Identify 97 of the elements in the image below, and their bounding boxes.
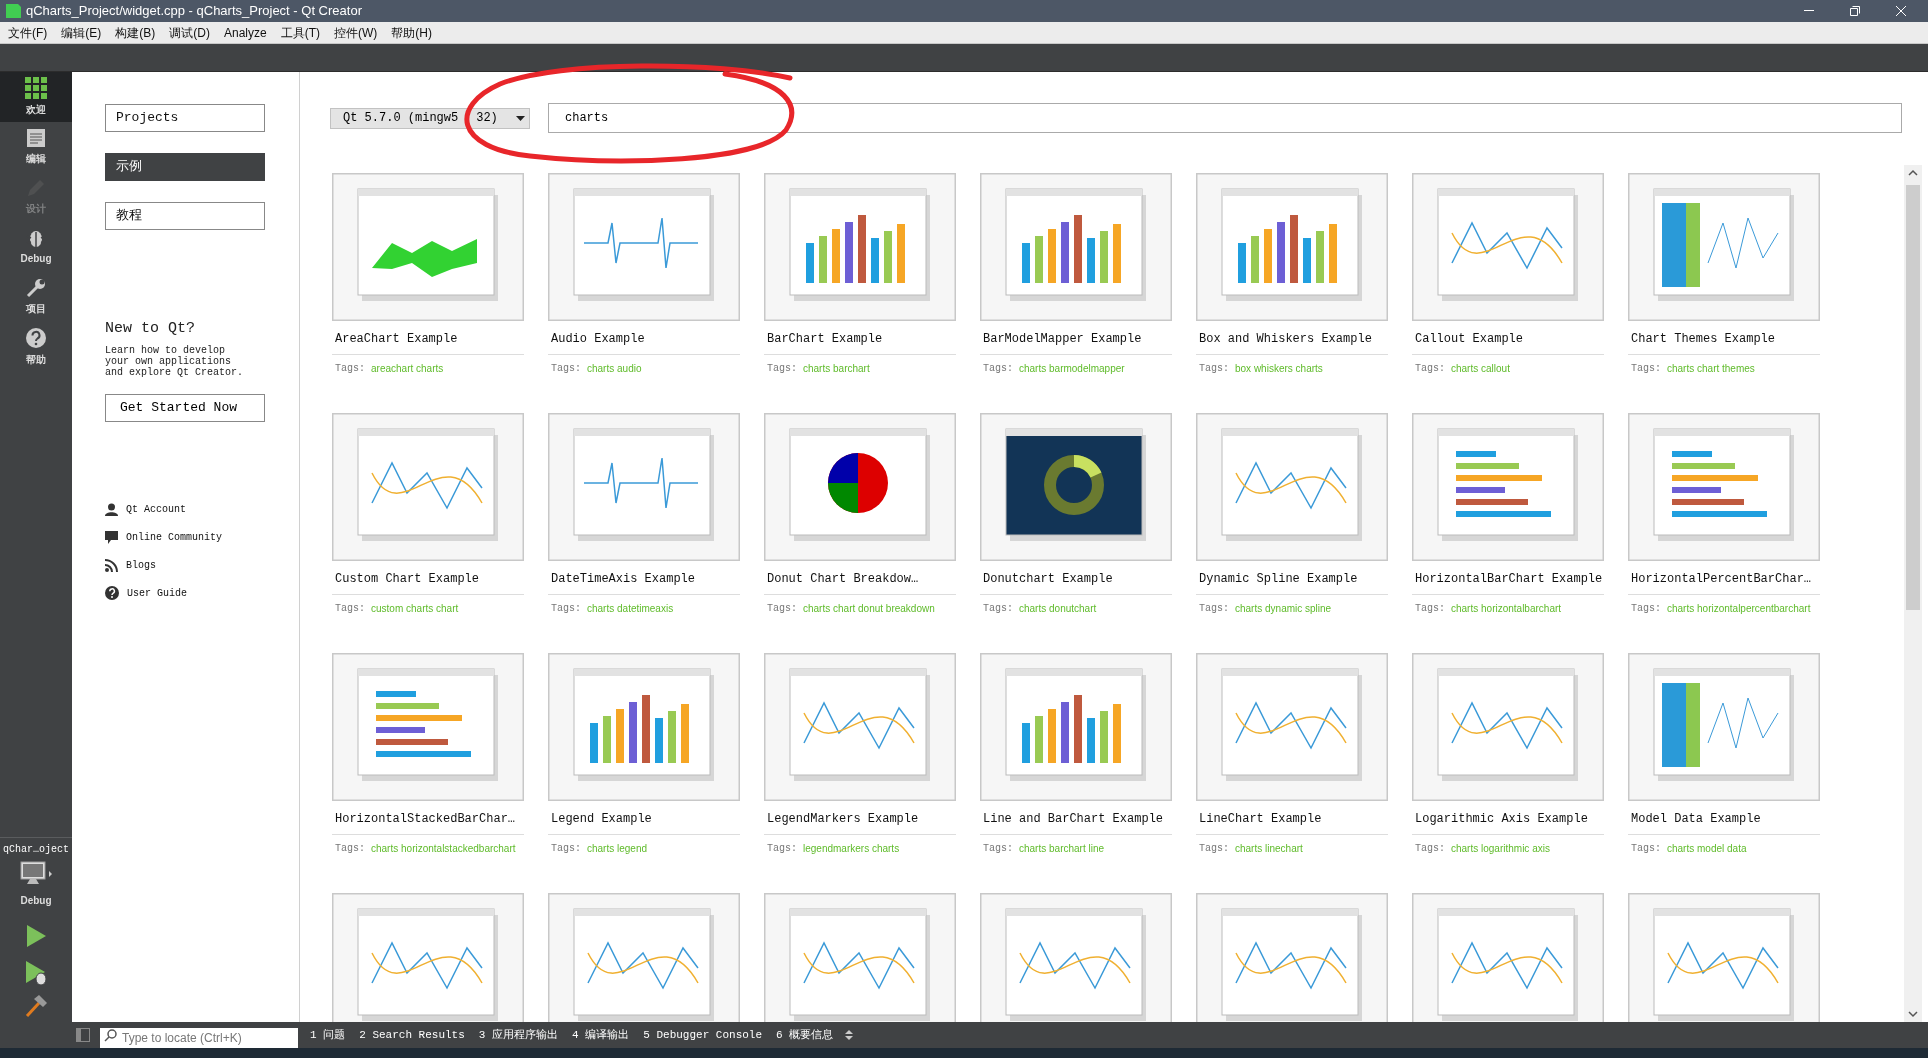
mode-button[interactable]: 欢迎	[0, 72, 72, 122]
tags-label: Tags:	[1631, 842, 1662, 856]
welcome-link[interactable]: Qt Account	[105, 501, 299, 517]
play-bug-icon	[24, 960, 48, 986]
example-title[interactable]: Donut Chart Breakdow…	[764, 570, 956, 588]
example-title[interactable]: Legend Example	[548, 810, 740, 828]
welcome-tab[interactable]: 教程	[105, 202, 265, 230]
sidebar-toggle-icon[interactable]	[76, 1028, 90, 1042]
close-icon	[1896, 6, 1906, 16]
output-pane-tab[interactable]: 1 问题	[310, 1026, 346, 1044]
menu-item[interactable]: 控件(W)	[334, 23, 378, 42]
help-icon	[105, 586, 119, 600]
tags-label: Tags:	[1415, 602, 1446, 616]
example-title[interactable]: Box and Whiskers Example	[1196, 330, 1388, 348]
tags-label: Tags:	[1415, 842, 1446, 856]
welcome-tab[interactable]: 示例	[105, 153, 265, 181]
example-title[interactable]: HorizontalPercentBarChar…	[1628, 570, 1820, 588]
welcome-link[interactable]: Online Community	[105, 529, 299, 545]
welcome-link[interactable]: User Guide	[105, 585, 299, 601]
menu-item[interactable]: 调试(D)	[169, 23, 210, 42]
person-icon	[105, 502, 118, 516]
tags-label: Tags:	[335, 842, 366, 856]
tags-label: Tags:	[767, 362, 798, 376]
example-title[interactable]: LineChart Example	[1196, 810, 1388, 828]
get-started-button[interactable]: Get Started Now	[105, 393, 265, 422]
tags-label: Tags:	[767, 602, 798, 616]
target-selector[interactable]: Debug	[19, 861, 53, 908]
example-title[interactable]: HorizontalStackedBarChar…	[332, 810, 524, 828]
tags-label: Tags:	[551, 842, 582, 856]
search-field[interactable]: charts	[548, 103, 1902, 133]
menu-item[interactable]: 编辑(E)	[61, 23, 102, 42]
tags-label: Tags:	[1199, 842, 1230, 856]
example-title[interactable]: Donutchart Example	[980, 570, 1172, 588]
restore-icon	[1850, 6, 1860, 16]
tags-label: Tags:	[1415, 362, 1446, 376]
menu-item[interactable]: 构建(B)	[115, 23, 156, 42]
menu-item[interactable]: 文件(F)	[8, 23, 48, 42]
scrollbar-thumb[interactable]	[1906, 185, 1920, 610]
tags-label: Tags:	[335, 602, 366, 616]
example-title[interactable]: Custom Chart Example	[332, 570, 524, 588]
new-to-qt-heading: New to Qt?	[105, 319, 196, 339]
example-title[interactable]: AreaChart Example	[332, 330, 524, 348]
tags-label: Tags:	[767, 842, 798, 856]
example-title[interactable]: Line and BarChart Example	[980, 810, 1172, 828]
menu-item[interactable]: 工具(T)	[280, 23, 321, 42]
tags-label: Tags:	[983, 602, 1014, 616]
welcome-tab[interactable]: Projects	[105, 104, 265, 132]
minimize-icon	[1804, 10, 1814, 12]
build-button[interactable]	[24, 994, 48, 1018]
example-title[interactable]: BarChart Example	[764, 330, 956, 348]
project-name: qChar…oject	[3, 843, 69, 857]
grid-icon	[25, 77, 47, 99]
example-title[interactable]: Audio Example	[548, 330, 740, 348]
output-pane-tab[interactable]: 3 应用程序输出	[478, 1026, 559, 1044]
tags-label: Tags:	[551, 602, 582, 616]
document-icon	[26, 128, 46, 148]
output-pane-tab[interactable]: 2 Search Results	[359, 1026, 465, 1044]
hammer-icon	[24, 994, 48, 1018]
app-logo-icon	[4, 3, 22, 19]
menu-item[interactable]: Analyze	[224, 23, 267, 42]
play-icon	[25, 924, 47, 948]
wrench-icon	[26, 278, 46, 298]
scrollbar[interactable]	[1904, 165, 1922, 1022]
search-icon	[104, 1028, 118, 1042]
tags-label: Tags:	[1199, 362, 1230, 376]
tags-label: Tags:	[1631, 602, 1662, 616]
debug-run-button[interactable]	[24, 960, 48, 986]
speech-bubble-icon	[105, 530, 118, 544]
output-pane-tab[interactable]: 6 概要信息	[776, 1026, 834, 1044]
tags-label: Tags:	[1631, 362, 1662, 376]
up-down-arrows-icon[interactable]	[845, 1029, 854, 1041]
run-button[interactable]	[25, 924, 47, 948]
tags-label: Tags:	[983, 362, 1014, 376]
menu-item[interactable]: 帮助(H)	[391, 23, 433, 42]
example-title[interactable]: Callout Example	[1412, 330, 1604, 348]
example-title[interactable]: HorizontalBarChart Example	[1412, 570, 1604, 588]
output-pane-tab[interactable]: 4 编译输出	[572, 1026, 630, 1044]
tags-label: Tags:	[551, 362, 582, 376]
dropdown-arrow-icon	[516, 115, 525, 121]
help-icon	[25, 327, 47, 349]
example-title[interactable]: Dynamic Spline Example	[1196, 570, 1388, 588]
welcome-link[interactable]: Blogs	[105, 557, 299, 573]
example-title[interactable]: Chart Themes Example	[1628, 330, 1820, 348]
example-title[interactable]: BarModelMapper Example	[980, 330, 1172, 348]
tags-label: Tags:	[335, 362, 366, 376]
tags-label: Tags:	[1199, 602, 1230, 616]
example-title[interactable]: Model Data Example	[1628, 810, 1820, 828]
example-title[interactable]: DateTimeAxis Example	[548, 570, 740, 588]
example-title[interactable]: LegendMarkers Example	[764, 810, 956, 828]
example-title[interactable]: Logarithmic Axis Example	[1412, 810, 1604, 828]
window-title: qCharts_Project/widget.cpp - qCharts_Project - Qt Creator	[26, 2, 362, 21]
intro-text: Learn how to develop your own applications and explore Qt Creator.	[105, 344, 245, 378]
rss-icon	[105, 558, 118, 572]
locate-field[interactable]: Type to locate (Ctrl+K)	[100, 1028, 298, 1048]
tags-label: Tags:	[983, 842, 1014, 856]
qt-version-dropdown[interactable]: Qt 5.7.0 (mingw5 32)	[330, 107, 530, 129]
output-pane-tab[interactable]: 5 Debugger Console	[643, 1026, 763, 1044]
